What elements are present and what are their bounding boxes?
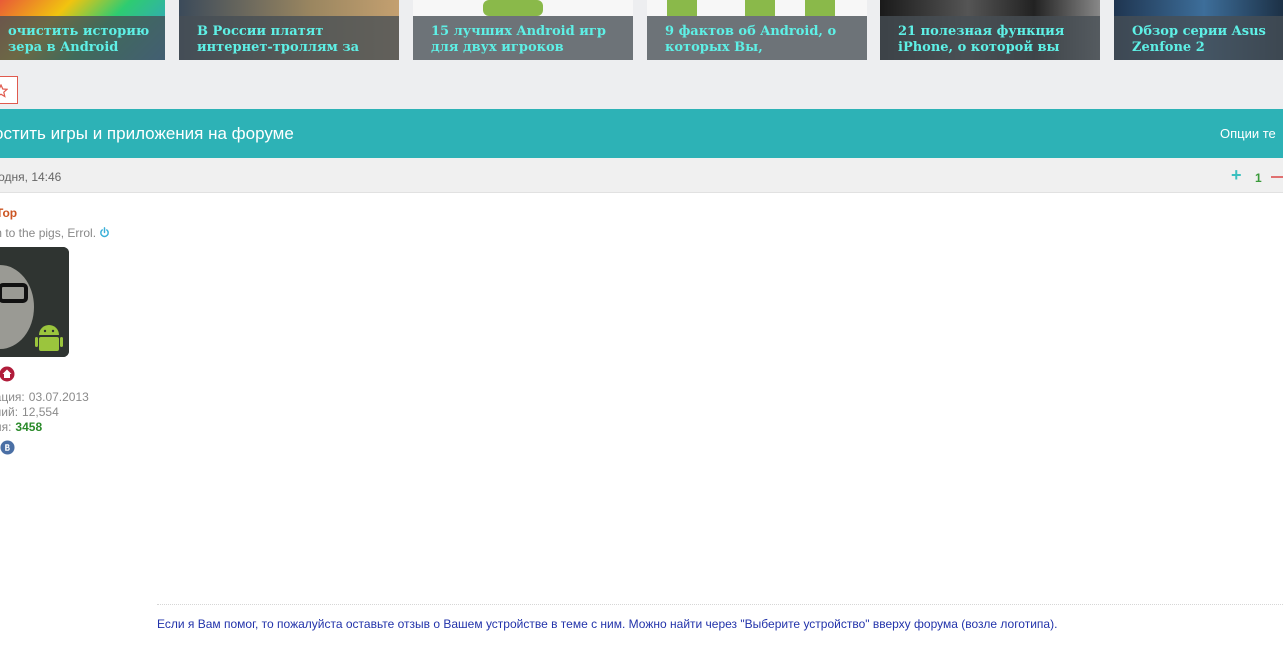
topic-options-button[interactable]: Опции те: [1220, 126, 1276, 141]
favorite-button[interactable]: [0, 76, 18, 104]
news-card[interactable]: 9 фактов об Android, о которых Вы,: [647, 0, 867, 60]
post-header: годня, 14:46 + 1: [0, 158, 1283, 193]
top-strip: очистить историю зера в Android В России…: [0, 0, 1283, 109]
signature-divider: [157, 604, 1283, 605]
reputation-value[interactable]: 3458: [15, 420, 42, 434]
news-card-title: Обзор серии Asus Zenfone 2: [1132, 24, 1266, 55]
messages-value: 12,554: [22, 405, 59, 419]
topic-title: остить игры и приложения на форуме: [0, 124, 294, 143]
power-icon: [100, 227, 109, 238]
registration-label: рация:: [0, 390, 25, 404]
avatar-image: [0, 247, 69, 357]
news-card[interactable]: 21 полезная функция iPhone, о которой вы: [880, 0, 1100, 60]
author-status-text: m to the pigs, Errol.: [0, 226, 97, 240]
news-card-title: 15 лучших Android игр для двух игроков: [431, 24, 606, 55]
post-date: годня, 14:46: [0, 170, 62, 184]
author-name[interactable]: Top: [0, 206, 17, 220]
reputation-label: ция:: [0, 420, 12, 434]
news-card[interactable]: очистить историю зера в Android: [0, 0, 165, 60]
news-card[interactable]: Обзор серии Asus Zenfone 2: [1114, 0, 1283, 60]
user-rank-icon: [0, 366, 15, 382]
reputation-info: ция:3458: [0, 420, 42, 434]
news-card-title: очистить историю зера в Android: [8, 24, 150, 55]
messages-info: ений:12,554: [0, 405, 59, 419]
news-card[interactable]: В России платят интернет-троллям за: [179, 0, 399, 60]
vote-count: 1: [1255, 171, 1262, 185]
vote-plus-button[interactable]: +: [1231, 166, 1242, 184]
star-icon: [0, 84, 8, 98]
registration-value: 03.07.2013: [28, 390, 89, 404]
news-card-title: В России платят интернет-троллям за: [197, 24, 360, 55]
registration-info: рация:03.07.2013: [0, 390, 89, 404]
vote-minus-button[interactable]: [1271, 176, 1283, 178]
avatar[interactable]: [0, 247, 69, 357]
author-status: m to the pigs, Errol.: [0, 226, 110, 240]
vk-icon[interactable]: [0, 440, 15, 455]
topic-title-bar: остить игры и приложения на форуме Опции…: [0, 109, 1283, 158]
news-card-title: 21 полезная функция iPhone, о которой вы: [898, 24, 1065, 55]
post-signature: Если я Вам помог, то пожалуйста оставьте…: [157, 617, 1058, 631]
news-card[interactable]: 15 лучших Android игр для двух игроков: [413, 0, 633, 60]
news-card-title: 9 фактов об Android, о которых Вы,: [665, 24, 837, 55]
messages-label: ений:: [0, 405, 19, 419]
